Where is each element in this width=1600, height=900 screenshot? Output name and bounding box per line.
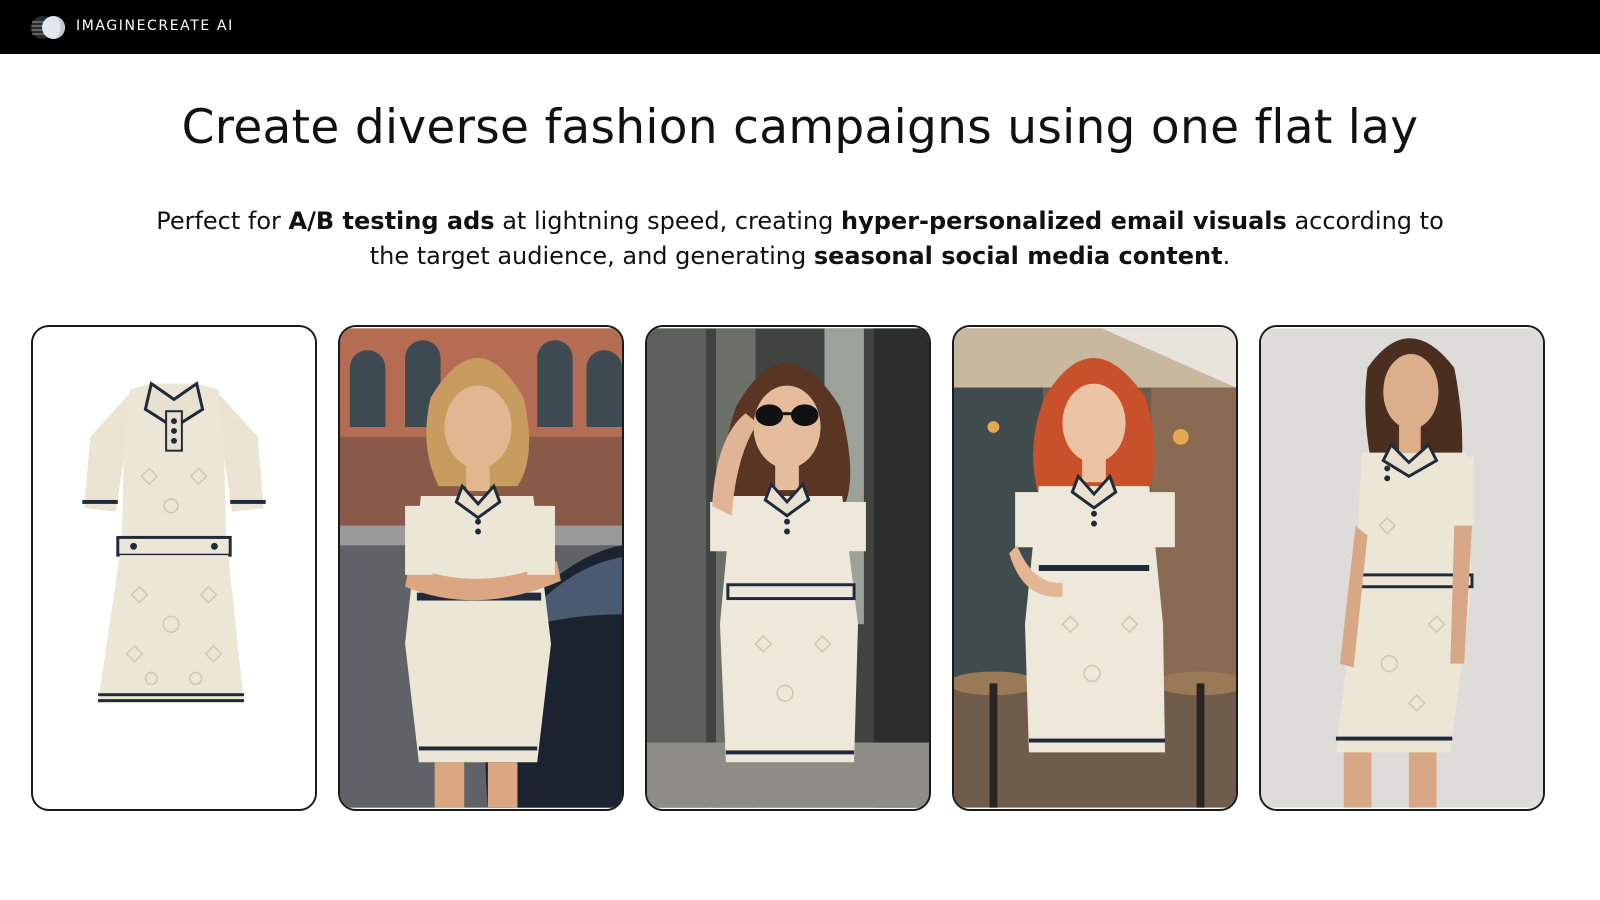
studio-model-image <box>1261 328 1543 808</box>
street-model-image <box>340 328 622 808</box>
subtitle-text: at lightning speed, creating <box>494 207 842 235</box>
page-subtitle: Perfect for A/B testing ads at lightning… <box>150 204 1450 274</box>
subtitle-text: . <box>1222 242 1231 270</box>
gallery-card-flat-lay[interactable] <box>31 325 317 811</box>
top-bar: IMAGINECREATE AI <box>0 0 1600 54</box>
subtitle-emphasis-email-visuals: hyper-personalized email visuals <box>841 207 1287 235</box>
page-headline: Create diverse fashion campaigns using o… <box>181 100 1419 155</box>
gallery-card-cafe-model[interactable] <box>952 325 1238 811</box>
image-gallery <box>31 325 1571 811</box>
gallery-card-sunglasses-model[interactable] <box>645 325 931 811</box>
subtitle-text: Perfect for <box>156 207 289 235</box>
flat-lay-dress-image <box>33 328 315 808</box>
sunglasses-model-image <box>647 328 929 808</box>
subtitle-emphasis-social-content: seasonal social media content <box>813 242 1223 270</box>
gallery-card-street-model[interactable] <box>338 325 624 811</box>
subtitle-emphasis-ab-testing: A/B testing ads <box>288 207 495 235</box>
gallery-card-studio-model[interactable] <box>1259 325 1545 811</box>
brand-logo-icon[interactable] <box>30 15 66 40</box>
brand-name[interactable]: IMAGINECREATE AI <box>76 18 234 34</box>
cafe-model-image <box>954 328 1236 808</box>
